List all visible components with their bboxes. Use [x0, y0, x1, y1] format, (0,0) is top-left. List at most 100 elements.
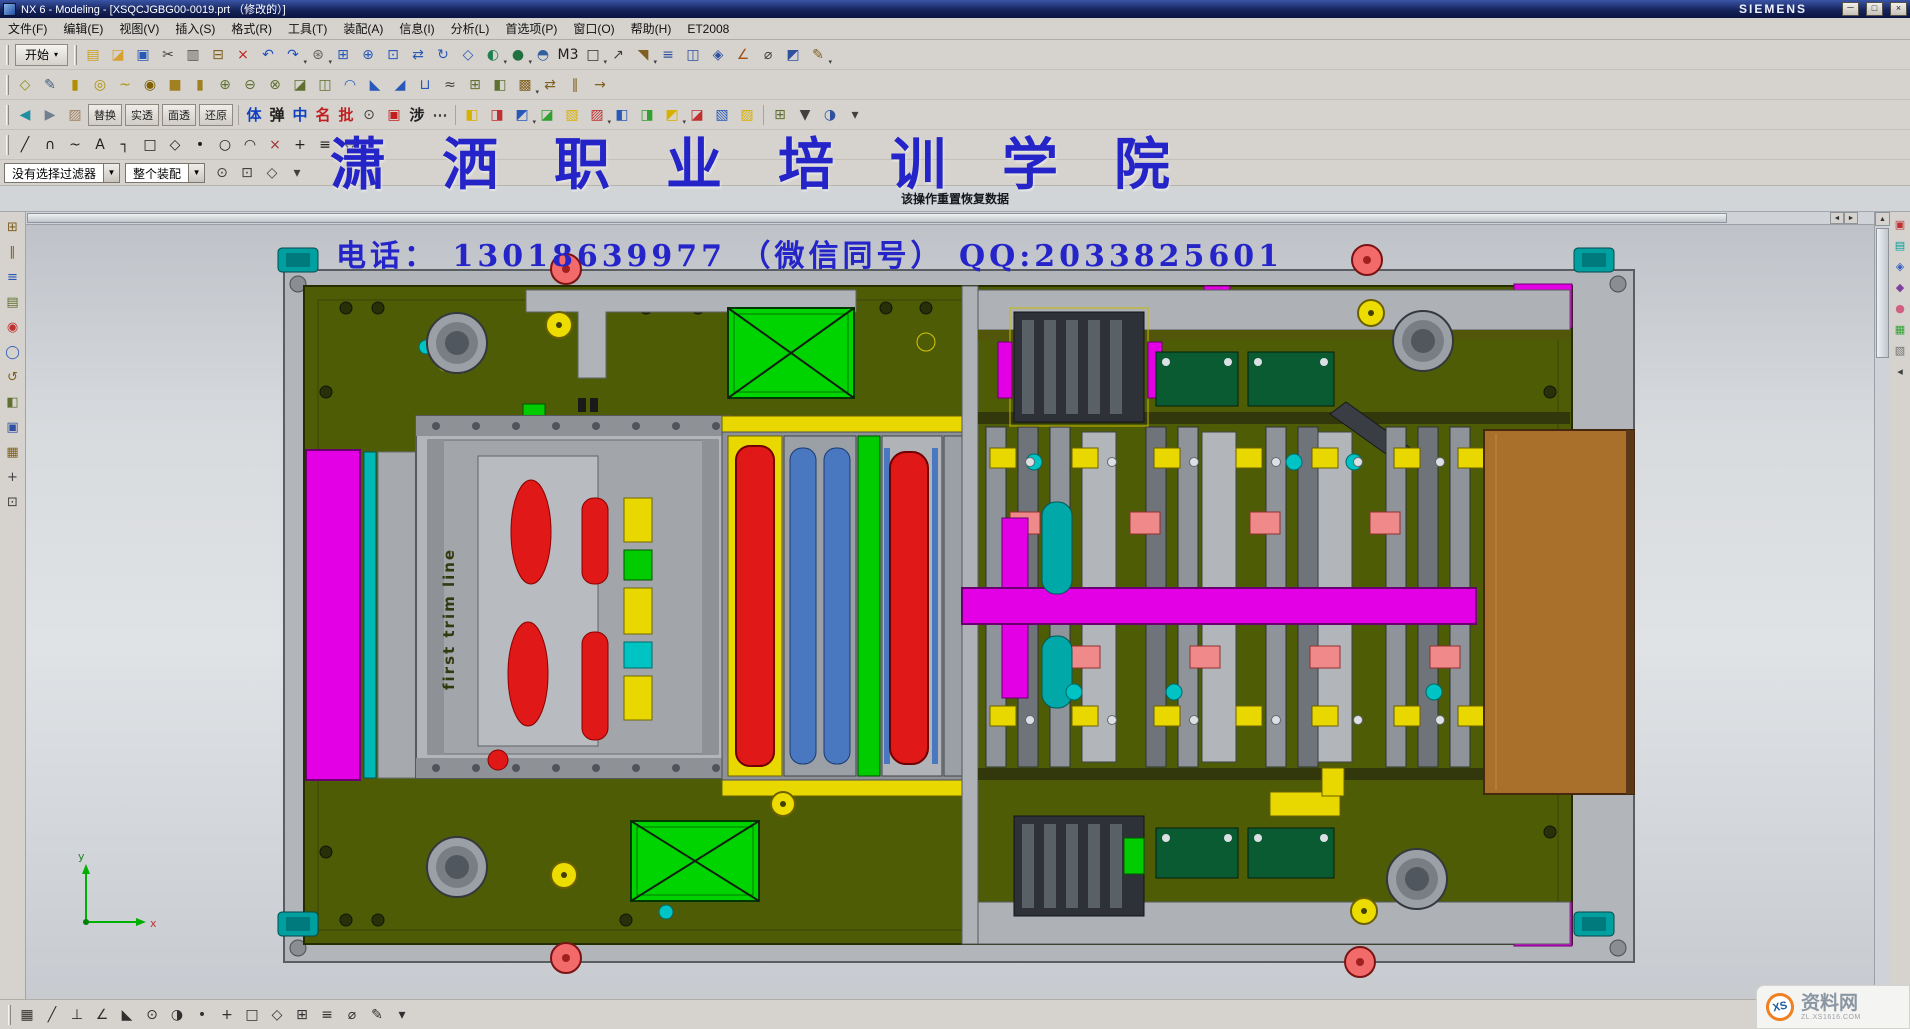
pattern-icon[interactable]: ⊞	[463, 73, 487, 96]
half-shade-icon[interactable]: ◑	[818, 103, 842, 126]
toolbar-grip[interactable]	[8, 1005, 11, 1025]
render-style-icon[interactable]: ●	[506, 43, 530, 66]
ellipsis-icon[interactable]: ⋯	[429, 104, 451, 126]
grid-snap-icon[interactable]: ▦	[15, 1003, 39, 1026]
rotate-view-icon[interactable]: ↻	[431, 43, 455, 66]
menu-information[interactable]: 信息(I)	[391, 18, 442, 39]
small-target-icon[interactable]: ⊙	[357, 103, 381, 126]
pattern-tool-icon[interactable]: ⊞	[768, 103, 792, 126]
paste-icon[interactable]: ⊟	[206, 43, 230, 66]
visualization-icon[interactable]: ◈	[706, 43, 730, 66]
menu-tools[interactable]: 工具(T)	[280, 18, 335, 39]
transform-icon[interactable]: ◥	[631, 43, 655, 66]
cylinder-icon[interactable]: ▮	[188, 73, 212, 96]
open-file-icon[interactable]: ◪	[106, 43, 130, 66]
shell-icon[interactable]: ⊔	[413, 73, 437, 96]
scene-icon[interactable]: ●	[1891, 299, 1909, 317]
chamfer-icon[interactable]: ◣	[363, 73, 387, 96]
point-icon[interactable]: •	[188, 133, 212, 156]
assembly-cube-icon[interactable]: ◧	[460, 103, 484, 126]
cad-model-canvas[interactable]: first trim line	[26, 212, 1874, 999]
assembly-cube-icon[interactable]: ▧	[560, 103, 584, 126]
interference-char-button[interactable]: 涉	[406, 104, 428, 126]
selection-filter-icon[interactable]: ⊛	[306, 43, 330, 66]
chevron-down-icon[interactable]: ▼	[103, 164, 119, 182]
block-icon[interactable]: ■	[163, 73, 187, 96]
menu-file[interactable]: 文件(F)	[0, 18, 55, 39]
shaded-view-icon[interactable]: ◐	[481, 43, 505, 66]
display-mode-icon[interactable]: □	[581, 43, 605, 66]
menu-view[interactable]: 视图(V)	[111, 18, 167, 39]
sweep-icon[interactable]: ~	[113, 73, 137, 96]
constraint-icon[interactable]: ∥	[563, 73, 587, 96]
hole-icon[interactable]: ◉	[138, 73, 162, 96]
graphics-window[interactable]: first trim line	[26, 212, 1874, 999]
toolbar-grip[interactable]	[6, 105, 9, 125]
filter-tool-icon[interactable]: ▼	[793, 103, 817, 126]
thread-icon[interactable]: ≈	[438, 73, 462, 96]
assembly-cube-icon[interactable]: ◨	[635, 103, 659, 126]
line-icon[interactable]: ╱	[13, 133, 37, 156]
replace-chip[interactable]: 替换	[88, 104, 122, 126]
menu-preferences[interactable]: 首选项(P)	[497, 18, 565, 39]
move-component-icon[interactable]: ⇄	[538, 73, 562, 96]
collapse-arrow-icon[interactable]: ◂	[1891, 362, 1909, 380]
point-on-surface-snap-icon[interactable]: □	[240, 1003, 264, 1026]
menu-format[interactable]: 格式(R)	[223, 18, 280, 39]
intersection-snap-icon[interactable]: ◣	[115, 1003, 139, 1026]
plane-select-icon[interactable]: ◇	[260, 161, 284, 184]
assembly-cube-icon[interactable]: ▨	[735, 103, 759, 126]
realistic-shape-icon[interactable]: ▣	[1891, 215, 1909, 233]
roles-icon[interactable]: ▦	[2, 441, 24, 463]
view-layout-icon[interactable]: ◫	[681, 43, 705, 66]
reuse-library-icon[interactable]: ▤	[2, 291, 24, 313]
studio-render-icon[interactable]: ◈	[1891, 257, 1909, 275]
existing-point-snap-icon[interactable]: •	[190, 1003, 214, 1026]
assembly-cube-icon[interactable]: ◪	[535, 103, 559, 126]
more-snap-icon[interactable]: ▾	[390, 1003, 414, 1026]
name-char-button[interactable]: 名	[312, 104, 334, 126]
arc-icon[interactable]: ∩	[38, 133, 62, 156]
spring-char-button[interactable]: 弹	[266, 104, 288, 126]
offset-icon[interactable]: ≡	[313, 133, 337, 156]
cut-icon[interactable]: ✂	[156, 43, 180, 66]
new-file-icon[interactable]: ▤	[81, 43, 105, 66]
trim-icon[interactable]: ×	[263, 133, 287, 156]
menu-window[interactable]: 窗口(O)	[565, 18, 622, 39]
horizontal-scrollbar-thumb[interactable]	[27, 213, 1727, 223]
pencil-icon[interactable]: ✎	[806, 43, 830, 66]
move-object-icon[interactable]: ↗	[606, 43, 630, 66]
rectangle-icon[interactable]: □	[138, 133, 162, 156]
horizontal-scrollbar[interactable]: ◄ ►	[26, 212, 1874, 225]
menu-assemblies[interactable]: 装配(A)	[335, 18, 391, 39]
menu-help[interactable]: 帮助(H)	[623, 18, 680, 39]
batch-char-button[interactable]: 批	[335, 104, 357, 126]
toolbar-grip[interactable]	[6, 75, 9, 95]
menu-edit[interactable]: 编辑(E)	[55, 18, 111, 39]
boolean-intersect-icon[interactable]: ⊗	[263, 73, 287, 96]
perspective-icon[interactable]: ◇	[456, 43, 480, 66]
menu-et2008[interactable]: ET2008	[679, 20, 737, 38]
restore-chip[interactable]: 还原	[199, 104, 233, 126]
assembly-navigator-icon[interactable]: ⊞	[2, 216, 24, 238]
zoom-icon[interactable]: ⊕	[356, 43, 380, 66]
brush-icon[interactable]: ▨	[63, 103, 87, 126]
layer-settings-icon[interactable]: ≡	[656, 43, 680, 66]
measure-icon[interactable]: ⌀	[756, 43, 780, 66]
scroll-left-button[interactable]: ◄	[1830, 212, 1844, 224]
rect-select-icon[interactable]: ⊡	[235, 161, 259, 184]
profile-icon[interactable]: ┐	[113, 133, 137, 156]
polygon-icon[interactable]: ◇	[163, 133, 187, 156]
scroll-right-button[interactable]: ►	[1844, 212, 1858, 224]
boolean-subtract-icon[interactable]: ⊖	[238, 73, 262, 96]
face-translucency-chip[interactable]: 面透	[162, 104, 196, 126]
copy-icon[interactable]: ▥	[181, 43, 205, 66]
lifting-box-top[interactable]	[728, 308, 854, 398]
toolbar-grip[interactable]	[74, 45, 77, 65]
m3-view-chip[interactable]: M3	[556, 43, 580, 66]
history-icon[interactable]: ↺	[2, 366, 24, 388]
assembly-cube-icon[interactable]: ◪	[685, 103, 709, 126]
fit-view-icon[interactable]: ⊞	[331, 43, 355, 66]
mid-point-snap-icon[interactable]: ⊥	[65, 1003, 89, 1026]
text-icon[interactable]: A	[88, 133, 112, 156]
